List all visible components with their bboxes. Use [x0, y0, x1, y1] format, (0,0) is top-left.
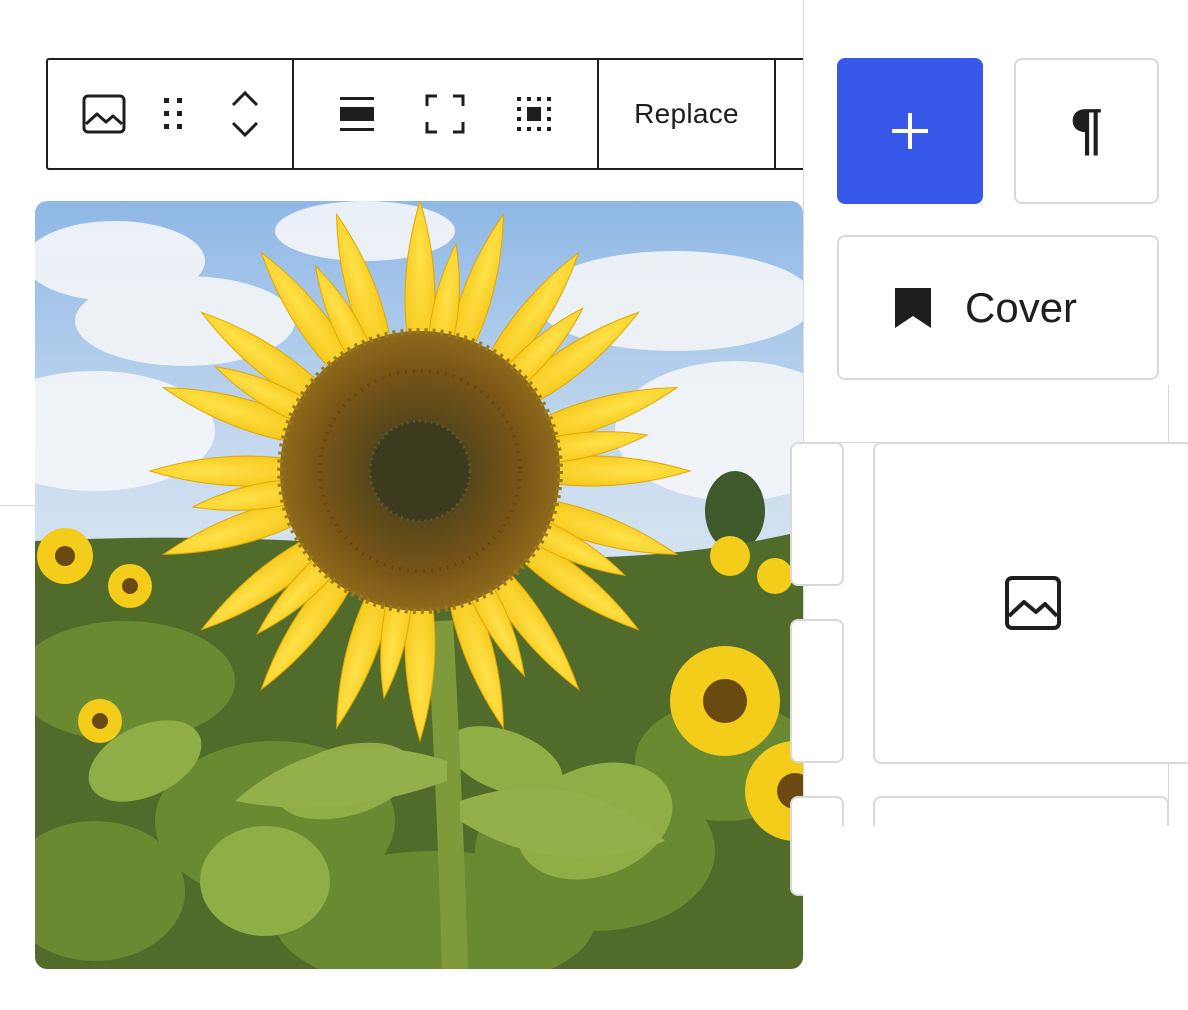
guide-line — [0, 505, 35, 506]
drag-handle-icon — [164, 98, 182, 129]
image-icon — [82, 94, 126, 134]
block-card-partial — [790, 619, 844, 763]
chevron-down-icon — [231, 121, 259, 138]
focal-point-icon — [516, 97, 551, 131]
cover-label: Cover — [965, 283, 1078, 331]
toolbar-group-replace: Replace — [599, 60, 776, 168]
toolbar-group-block — [48, 60, 294, 168]
move-buttons[interactable] — [228, 84, 262, 144]
panel-mask — [803, 826, 1188, 1010]
plus-icon — [892, 113, 928, 149]
block-toolbar: Replace — [46, 58, 846, 170]
chevron-up-icon — [231, 90, 259, 107]
bookmark-icon — [895, 287, 931, 328]
block-card-partial — [790, 442, 844, 586]
align-button[interactable] — [339, 96, 375, 132]
replace-label: Replace — [634, 98, 739, 129]
image-icon — [1005, 576, 1061, 630]
image-block-card[interactable] — [873, 442, 1188, 764]
add-block-button[interactable] — [837, 58, 983, 204]
sunflower-illustration — [35, 201, 803, 969]
cover-block-button[interactable]: Cover — [837, 235, 1159, 380]
paragraph-block-button[interactable]: ¶ — [1014, 58, 1159, 204]
fullscreen-button[interactable] — [425, 94, 465, 134]
toolbar-group-align — [294, 60, 599, 168]
paragraph-icon: ¶ — [1068, 98, 1105, 164]
block-type-button[interactable] — [82, 92, 126, 136]
drag-handle-button[interactable] — [158, 92, 188, 136]
focal-point-button[interactable] — [516, 96, 552, 132]
fullscreen-icon — [425, 94, 465, 134]
align-wide-icon — [340, 97, 375, 131]
sunflower-image[interactable] — [35, 201, 803, 969]
replace-button[interactable]: Replace — [634, 98, 739, 130]
